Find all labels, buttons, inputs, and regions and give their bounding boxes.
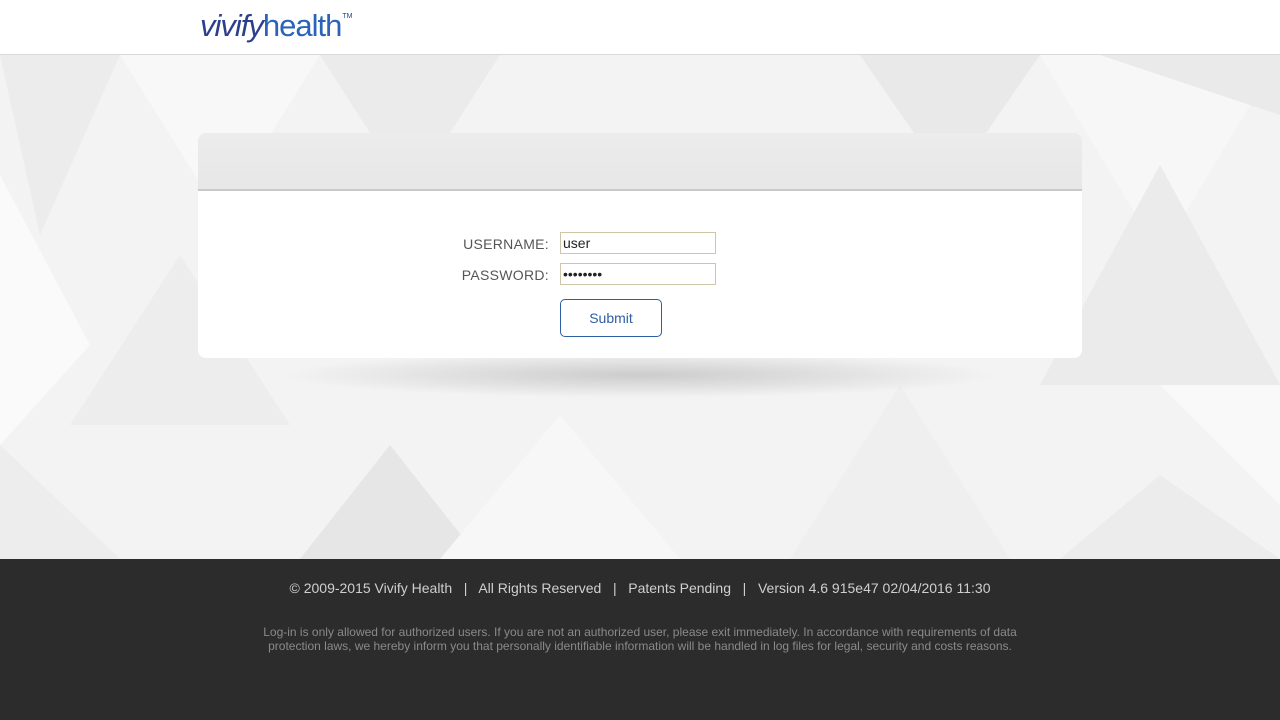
password-label: PASSWORD: bbox=[461, 267, 549, 283]
logo-trademark: TM bbox=[342, 13, 353, 20]
top-header: vivify health TM bbox=[0, 0, 1280, 55]
rights-text: All Rights Reserved bbox=[478, 580, 602, 596]
password-input[interactable] bbox=[560, 263, 716, 285]
logo-text-health: health bbox=[262, 8, 342, 43]
login-panel-header bbox=[198, 133, 1082, 191]
vivify-health-logo[interactable]: vivify health TM bbox=[200, 8, 352, 44]
panel-shadow bbox=[280, 352, 1000, 398]
footer-separator: | bbox=[612, 580, 617, 596]
username-label: USERNAME: bbox=[463, 236, 549, 252]
footer-info-line: © 2009-2015 Vivify Health | All Rights R… bbox=[0, 580, 1280, 596]
footer-separator: | bbox=[742, 580, 747, 596]
patents-text: Patents Pending bbox=[628, 580, 731, 596]
login-disclaimer: Log-in is only allowed for authorized us… bbox=[263, 625, 1017, 653]
logo-text-vivify: vivify bbox=[200, 8, 264, 43]
copyright-text: © 2009-2015 Vivify Health bbox=[289, 580, 453, 596]
username-input[interactable] bbox=[560, 232, 716, 254]
submit-button[interactable]: Submit bbox=[560, 299, 662, 337]
footer: © 2009-2015 Vivify Health | All Rights R… bbox=[0, 559, 1280, 720]
footer-separator: | bbox=[463, 580, 468, 596]
version-text: Version 4.6 915e47 02/04/2016 11:30 bbox=[757, 580, 991, 596]
